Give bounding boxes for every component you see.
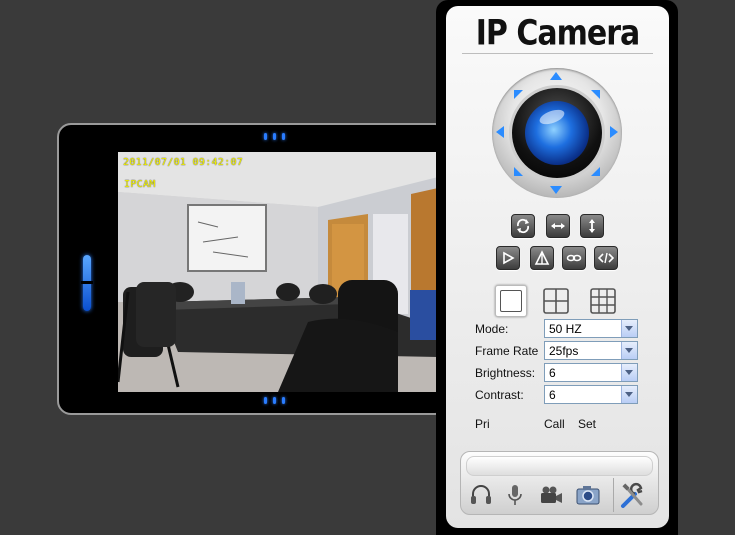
top-indicator-dots [264,133,285,140]
frame-rate-label: Frame Rate [475,344,539,358]
flip-icon [534,250,550,265]
bottom-indicator-dots [264,397,285,404]
brand-divider [462,53,653,54]
contrast-select[interactable]: 6 [544,385,638,404]
nine-view-button[interactable] [589,287,619,317]
mirror-button[interactable] [562,246,586,270]
contrast-row: Contrast: 6 [475,385,645,405]
lens-glass [525,101,589,165]
headphone-icon[interactable] [468,482,494,508]
toolbar-separator [613,478,614,512]
mode-row: Mode: 50 HZ [475,319,645,339]
bottom-toolbar [460,451,659,515]
chevron-down-icon[interactable] [621,320,637,337]
ptz-control-wheel [492,68,622,198]
arrow-up-icon[interactable] [550,72,562,80]
brightness-label: Brightness: [475,366,536,380]
camera-lens-icon [512,88,602,178]
contrast-value: 6 [549,388,556,402]
quad-view-icon [543,288,569,314]
mirror-icon [566,254,582,262]
toolbar-strip [466,456,653,476]
quad-view-button[interactable] [542,287,572,317]
arrow-down-right-icon[interactable] [591,167,600,176]
contrast-label: Contrast: [475,388,524,402]
frame-rate-select[interactable]: 25fps [544,341,638,360]
flip-button[interactable] [530,246,554,270]
live-video-view[interactable]: 2011/07/01 09:42:07 IPCAM [118,152,438,392]
preset-call-button[interactable]: Call [544,417,565,431]
vertical-patrol-icon [589,219,595,233]
frame-rate-value: 25fps [549,344,579,358]
preset-pri-label: Pri [475,417,490,431]
arrow-up-left-icon[interactable] [514,90,523,99]
rotate-icon [516,218,530,234]
frame-rate-row: Frame Rate 25fps [475,341,645,361]
mode-select[interactable]: 50 HZ [544,319,638,338]
chevron-down-icon[interactable] [621,342,637,359]
video-frame: 2011/07/01 09:42:07 IPCAM [57,123,449,415]
rotate-button[interactable] [511,214,535,238]
nine-view-icon [590,288,616,314]
horizontal-patrol-icon [551,223,565,229]
play-button[interactable] [496,246,520,270]
arrow-down-left-icon[interactable] [514,167,523,176]
arrow-up-right-icon[interactable] [591,90,600,99]
settings-tools-icon[interactable] [619,482,645,508]
single-view-icon[interactable] [495,285,527,317]
arrow-right-icon[interactable] [610,126,618,138]
mode-value: 50 HZ [549,322,582,336]
arrow-left-icon[interactable] [496,126,504,138]
brightness-value: 6 [549,366,556,380]
brightness-row: Brightness: 6 [475,363,645,383]
brand-title: IP Camera [475,13,641,54]
video-camera-name: IPCAM [124,179,156,190]
chevron-down-icon[interactable] [621,364,637,381]
video-scene [118,152,438,392]
frame-handle[interactable] [81,255,93,311]
brightness-select[interactable]: 6 [544,363,638,382]
video-record-icon[interactable] [538,482,564,508]
chevron-down-icon[interactable] [621,386,637,403]
snapshot-icon[interactable] [575,482,601,508]
horizontal-patrol-button[interactable] [546,214,570,238]
arrow-down-icon[interactable] [550,186,562,194]
preset-set-button[interactable]: Set [578,417,596,431]
control-panel: IP Camera Mode: 50 HZ Frame Rate 25fps B… [446,6,669,528]
play-icon [503,251,515,265]
mode-label: Mode: [475,322,509,336]
video-timestamp: 2011/07/01 09:42:07 [123,157,244,168]
code-button[interactable] [594,246,618,270]
microphone-icon[interactable] [502,482,528,508]
code-icon [598,252,614,264]
vertical-patrol-button[interactable] [580,214,604,238]
